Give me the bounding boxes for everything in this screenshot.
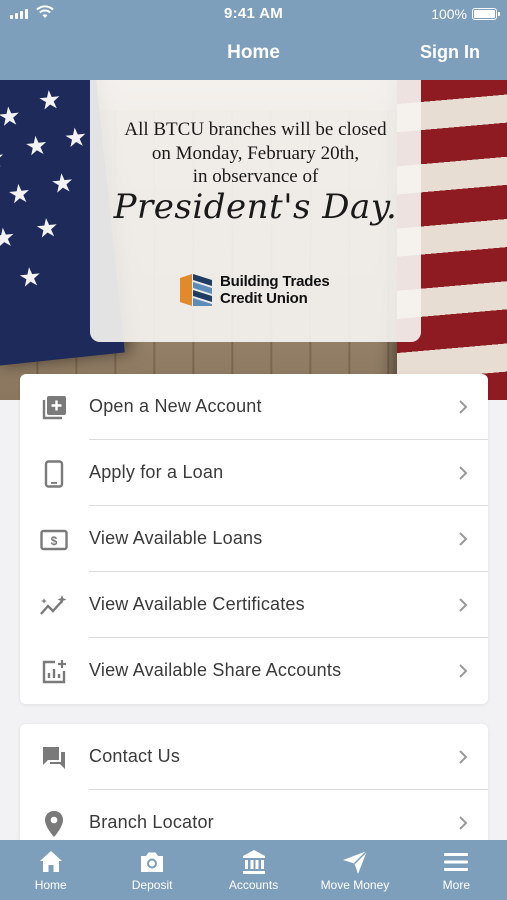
menu-icon bbox=[444, 853, 469, 871]
logo-line-2: Credit Union bbox=[220, 290, 308, 307]
svg-text:$: $ bbox=[51, 534, 58, 548]
send-icon bbox=[342, 850, 368, 874]
tab-label: Deposit bbox=[131, 878, 173, 892]
chevron-right-icon bbox=[459, 750, 468, 764]
chat-icon bbox=[40, 744, 68, 772]
menu-item-label: View Available Share Accounts bbox=[89, 660, 342, 680]
menu-item-label: Open a New Account bbox=[89, 396, 262, 416]
menu-item-label: Contact Us bbox=[89, 746, 181, 766]
notice-line-3: in observance of bbox=[192, 166, 319, 187]
menu-item-label: View Available Certificates bbox=[89, 594, 305, 614]
menu-item-open-account[interactable]: Open a New Account bbox=[20, 374, 488, 440]
closure-notice: All BTCU branches will be closed on Mond… bbox=[90, 80, 421, 342]
tab-label: Accounts bbox=[228, 878, 279, 892]
holiday-name: President's Day. bbox=[113, 187, 398, 227]
tab-move-money[interactable]: Move Money bbox=[304, 840, 405, 900]
menu-item-available-loans[interactable]: $ View Available Loans bbox=[20, 506, 488, 572]
btcu-name: Building Trades Credit Union bbox=[220, 273, 330, 307]
money-icon: $ bbox=[40, 526, 68, 554]
chart-plus-icon bbox=[40, 658, 68, 686]
camera-icon bbox=[141, 852, 164, 872]
chevron-right-icon bbox=[459, 400, 468, 414]
chevron-right-icon bbox=[459, 816, 468, 830]
tab-more[interactable]: More bbox=[406, 840, 507, 900]
phone-icon bbox=[40, 460, 68, 488]
add-box-icon bbox=[40, 394, 68, 422]
menu-item-label: Branch Locator bbox=[89, 812, 214, 832]
menu-item-contact-us[interactable]: Contact Us bbox=[20, 724, 488, 790]
btcu-logo-mark bbox=[180, 274, 212, 306]
chevron-right-icon bbox=[459, 466, 468, 480]
secondary-menu: Contact Us Branch Locator bbox=[20, 724, 488, 844]
notice-line-2: on Monday, February 20th, bbox=[151, 143, 360, 164]
tab-home[interactable]: Home bbox=[0, 840, 101, 900]
bank-icon bbox=[242, 850, 265, 874]
menu-item-share-accounts[interactable]: View Available Share Accounts bbox=[20, 638, 488, 704]
menu-item-available-certificates[interactable]: View Available Certificates bbox=[20, 572, 488, 638]
battery-percent: 100% bbox=[431, 6, 467, 22]
menu-item-label: View Available Loans bbox=[89, 528, 263, 548]
menu-item-label: Apply for a Loan bbox=[89, 462, 224, 482]
tab-label: More bbox=[442, 878, 470, 892]
top-bar: 9:41 AM 100% Home Sign In bbox=[0, 0, 507, 80]
notice-line-1: All BTCU branches will be closed bbox=[124, 119, 387, 140]
logo-line-1: Building Trades bbox=[220, 273, 330, 290]
battery-icon bbox=[472, 8, 500, 20]
chevron-right-icon bbox=[459, 664, 468, 678]
tab-label: Home bbox=[34, 878, 67, 892]
menu-item-apply-loan[interactable]: Apply for a Loan bbox=[20, 440, 488, 506]
menu-item-branch-locator[interactable]: Branch Locator bbox=[20, 790, 488, 844]
chevron-right-icon bbox=[459, 598, 468, 612]
chevron-right-icon bbox=[459, 532, 468, 546]
sign-in-button[interactable]: Sign In bbox=[420, 42, 480, 63]
tab-deposit[interactable]: Deposit bbox=[101, 840, 202, 900]
primary-menu: Open a New Account Apply for a Loan $ Vi… bbox=[20, 374, 488, 704]
location-pin-icon bbox=[40, 810, 68, 838]
holiday-banner[interactable]: ★ ★ ★ ★ ★ ★ ★ ★ ★ ★ All BTCU branches wi… bbox=[0, 80, 507, 400]
trending-sparkle-icon bbox=[40, 592, 68, 620]
tab-accounts[interactable]: Accounts bbox=[203, 840, 304, 900]
tab-label: Move Money bbox=[320, 878, 390, 892]
home-icon bbox=[39, 851, 62, 872]
status-bar: 9:41 AM 100% bbox=[0, 0, 507, 28]
tab-bar: Home Deposit Accounts Move Money More bbox=[0, 840, 507, 900]
btcu-logo: Building Trades Credit Union bbox=[178, 270, 338, 310]
